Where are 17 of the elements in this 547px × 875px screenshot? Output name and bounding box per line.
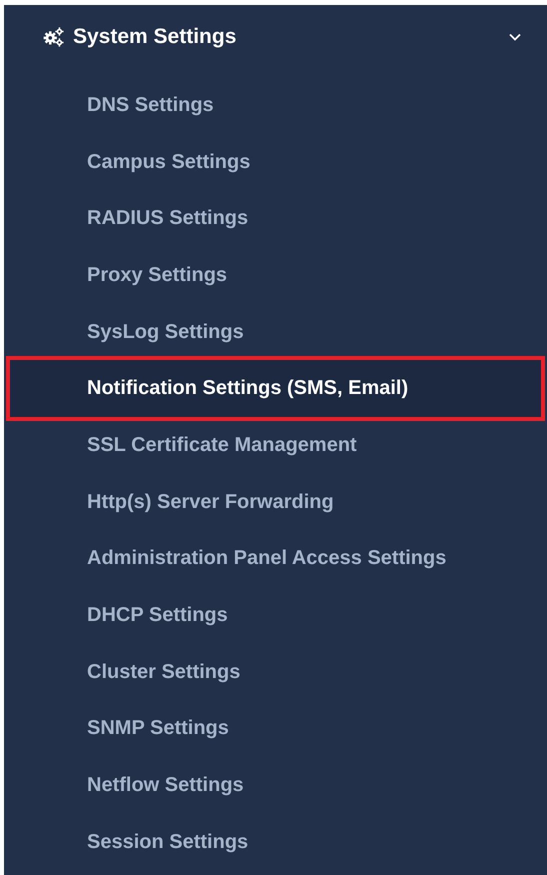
menu-item[interactable]: Notification Settings (SMS, Email) <box>10 360 541 418</box>
chevron-down-icon[interactable] <box>509 33 521 41</box>
menu-title[interactable]: System Settings <box>73 25 509 49</box>
menu-item[interactable]: SSL Certificate Management <box>4 417 547 474</box>
menu-item[interactable]: Session Settings <box>4 814 547 871</box>
menu-item[interactable]: Campus Settings <box>4 134 547 190</box>
menu-item[interactable]: SNMP Settings <box>4 700 547 758</box>
menu-item[interactable]: Netflow Settings <box>4 757 547 814</box>
menu-item[interactable]: RADIUS Settings <box>4 190 547 248</box>
menu-item[interactable]: Proxy Settings <box>4 247 547 304</box>
menu-item[interactable]: DNS Settings <box>4 77 547 134</box>
menu-item[interactable]: Http(s) Server Forwarding <box>4 474 547 530</box>
menu-item[interactable]: Cluster Settings <box>4 644 547 701</box>
gears-icon <box>42 26 64 48</box>
menu-item[interactable]: Administration Panel Access Settings <box>4 530 547 588</box>
menu-item[interactable]: SysLog Settings <box>4 304 547 360</box>
menu-item[interactable]: DHCP Settings <box>4 587 547 644</box>
